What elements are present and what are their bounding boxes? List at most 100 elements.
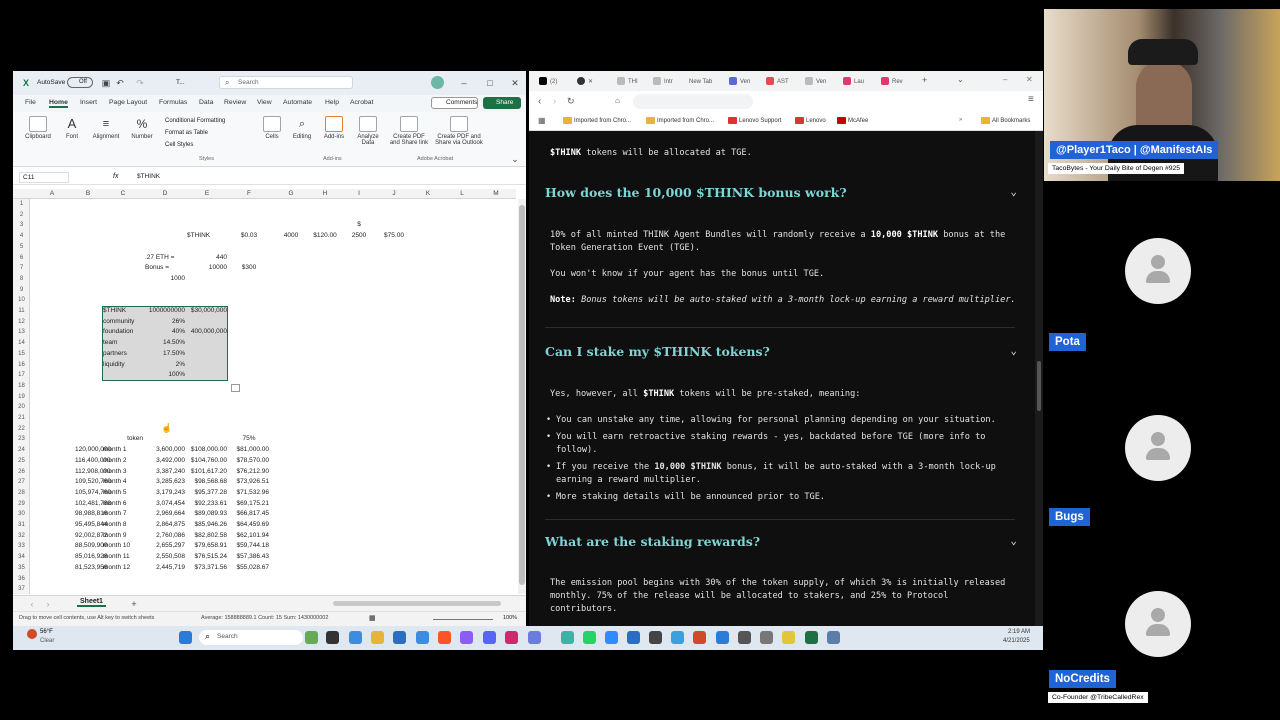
cell[interactable]: $75.00 [374,231,414,242]
cell[interactable]: $0.03 [229,231,269,242]
row-header[interactable]: 26 [13,467,30,478]
cell[interactable]: 98,988,816 [75,509,108,520]
cell[interactable]: 81,523,956 [75,563,108,574]
row-header[interactable]: 28 [13,488,30,499]
cell[interactable]: 440 [187,253,227,264]
prev-sheet-icon[interactable]: ‹ [27,599,37,609]
new-tab-icon[interactable]: + [922,75,927,85]
browser-minimize-icon[interactable]: – [1003,75,1007,84]
cell[interactable]: 1000000000 [145,306,185,317]
row-header[interactable]: 20 [13,402,30,413]
widgets-icon[interactable] [305,631,318,644]
cell[interactable]: token [103,434,143,445]
cell[interactable]: $76,212.90 [229,467,269,478]
bookmark-icon[interactable]: ⌂ [615,96,620,105]
app-icon[interactable] [827,631,840,644]
app-icon[interactable] [393,631,406,644]
row-header[interactable]: 21 [13,413,30,424]
cell[interactable]: 116,400,000 [75,456,111,467]
cell[interactable]: month 5 [103,488,143,499]
row-header[interactable]: 3 [13,220,30,231]
cell[interactable]: $81,000.00 [229,445,269,456]
app-icon[interactable] [716,631,729,644]
tab-new[interactable]: New Tab [689,75,712,89]
row-header[interactable]: 35 [13,563,30,574]
cell[interactable]: 3,492,000 [145,456,185,467]
row-header[interactable]: 6 [13,253,30,264]
bookmarks-overflow-icon[interactable]: » [959,117,962,123]
reload-icon[interactable]: ↻ [567,96,575,107]
cell[interactable]: partners [103,349,143,360]
row-header[interactable]: 37 [13,584,30,594]
create-pdf-outlook-button[interactable]: Create PDF and Share via Outlook [433,116,485,146]
cell[interactable]: 2,655,297 [145,541,185,552]
cell[interactable]: $76,515.24 [187,552,227,563]
cell[interactable]: Bonus = [145,263,185,274]
app-icon[interactable] [561,631,574,644]
menu-acrobat[interactable]: Acrobat [350,99,373,106]
row-header[interactable]: 1 [13,199,30,210]
excel-taskbar-icon[interactable] [805,631,818,644]
cell[interactable]: month 7 [103,509,143,520]
chevron-down-icon[interactable]: ⌄ [1010,344,1017,357]
bookmark-lenovo-support[interactable]: Lenovo Support [728,117,781,124]
row-header[interactable]: 19 [13,392,30,403]
cell[interactable]: 400,000,000 [187,327,227,338]
row-header[interactable]: 2 [13,210,30,221]
row-header[interactable]: 15 [13,349,30,360]
tab-active[interactable]: ✕ [577,75,593,89]
search-box[interactable]: ⌕ Search [219,76,353,89]
tab-x[interactable]: (2) [539,75,557,89]
cell[interactable]: 2,864,875 [145,520,185,531]
file-explorer-icon[interactable] [371,631,384,644]
analyze-data-button[interactable]: Analyze Data [353,116,383,146]
cell[interactable]: $66,817.45 [229,509,269,520]
vertical-scrollbar[interactable] [518,199,526,594]
cell[interactable]: 2,445,719 [145,563,185,574]
cells-button[interactable]: Cells [261,116,283,140]
start-icon[interactable] [179,631,192,644]
cell[interactable]: liquidity [103,360,143,371]
formula-input[interactable]: $THINK [137,173,160,180]
menu-file[interactable]: File [25,99,36,106]
cell[interactable]: $79,658.91 [187,541,227,552]
cell[interactable]: $71,532.96 [229,488,269,499]
normal-view-icon[interactable]: ▦ [369,614,376,622]
column-header-a[interactable]: A [30,189,74,199]
name-box[interactable]: C11 [19,172,69,183]
menu-review[interactable]: Review [224,99,246,106]
weather-icon[interactable] [27,629,37,639]
row-header[interactable]: 13 [13,327,30,338]
spreadsheet-grid[interactable]: 1 2 3 4 5 6 7 8 9 10 11 12 13 14 15 16 17 18 19 20 21 22 23 24 2… [13,199,516,594]
cell[interactable]: month 9 [103,531,143,542]
cell[interactable]: $101,617.20 [187,467,227,478]
cell[interactable]: $55,028.67 [229,563,269,574]
number-button[interactable]: % Number [129,116,155,140]
cell[interactable]: $78,570.00 [229,456,269,467]
app-icon[interactable] [760,631,773,644]
copilot-icon[interactable] [431,76,444,89]
address-bar[interactable] [633,94,753,109]
browser-close-icon[interactable]: ✕ [1026,75,1033,84]
clock-date[interactable]: 4/21/2025 [1003,638,1030,644]
chevron-down-icon[interactable]: ⌄ [1010,534,1017,547]
forward-icon[interactable]: › [553,96,556,107]
zoom-icon[interactable] [605,631,618,644]
cell[interactable]: $ [339,220,379,231]
discord-icon[interactable] [483,631,496,644]
tab-rev[interactable]: Rev [881,75,903,89]
cell[interactable]: month 2 [103,456,143,467]
app-icon[interactable] [693,631,706,644]
cell[interactable]: 109,520,760 [75,477,111,488]
taskbar-search[interactable]: ⌕ Search [199,630,303,645]
tab-intro[interactable]: Intr [653,75,673,89]
chevron-down-icon[interactable]: ⌄ [1010,185,1017,198]
cell[interactable]: 100% [145,370,185,381]
whatsapp-icon[interactable] [583,631,596,644]
cell[interactable]: $62,101.94 [229,531,269,542]
cell[interactable]: 105,974,760 [75,488,111,499]
minimize-icon[interactable]: – [459,78,469,88]
tab-ast[interactable]: AST [766,75,789,89]
cell[interactable]: 3,387,240 [145,467,185,478]
sheet-tab-sheet1[interactable]: Sheet1 [77,598,106,607]
